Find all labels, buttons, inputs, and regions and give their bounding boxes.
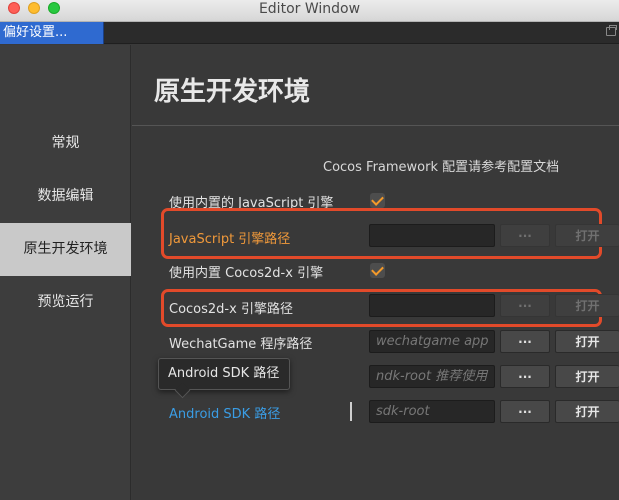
preferences-sidebar: 常规 数据编辑 原生开发环境 预览运行 [0, 45, 131, 500]
text-cursor [350, 402, 352, 421]
builtin-cocos2dx-label: 使用内置 Cocos2d-x 引擎 [169, 266, 324, 281]
android-sdk-path-input[interactable]: sdk-root [369, 400, 495, 423]
sidebar-item-general[interactable]: 常规 [0, 117, 131, 170]
js-engine-browse-button[interactable]: ··· [500, 224, 550, 247]
sidebar-item-data-editing[interactable]: 数据编辑 [0, 170, 131, 223]
android-sdk-tooltip: Android SDK 路径 [158, 358, 290, 390]
framework-doc-hint: Cocos Framework 配置请参考配置文档 [323, 160, 560, 175]
cocos2dx-browse-button[interactable]: ··· [500, 294, 550, 317]
js-engine-open-button[interactable]: 打开 [555, 224, 619, 247]
android-sdk-open-button[interactable]: 打开 [555, 400, 619, 423]
android-sdk-path-label: Android SDK 路径 [169, 407, 281, 422]
cocos2dx-open-button[interactable]: 打开 [555, 294, 619, 317]
ndk-open-button[interactable]: 打开 [555, 365, 619, 388]
cocos2dx-path-input[interactable] [369, 294, 495, 317]
js-engine-path-input[interactable] [369, 224, 495, 247]
wechatgame-browse-button[interactable]: ··· [500, 330, 550, 353]
tab-preferences[interactable]: 偏好设置... [0, 22, 104, 44]
sidebar-item-native-dev-env[interactable]: 原生开发环境 [0, 223, 131, 276]
wechatgame-open-button[interactable]: 打开 [555, 330, 619, 353]
settings-panel: 原生开发环境 Cocos Framework 配置请参考配置文档 使用内置的 J… [132, 45, 619, 500]
tab-bar: 偏好设置... [0, 22, 619, 44]
divider [132, 125, 619, 126]
builtin-cocos2dx-checkbox[interactable] [370, 263, 385, 278]
sidebar-item-preview-run[interactable]: 预览运行 [0, 276, 131, 329]
cocos2dx-path-label: Cocos2d-x 引擎路径 [169, 302, 293, 317]
android-sdk-browse-button[interactable]: ··· [500, 400, 550, 423]
popout-icon[interactable] [606, 25, 617, 36]
page-title: 原生开发环境 [154, 77, 311, 107]
ndk-path-input[interactable]: ndk-root 推荐使用 [369, 365, 495, 388]
wechatgame-path-input[interactable]: wechatgame app [369, 330, 495, 353]
wechatgame-path-label: WechatGame 程序路径 [169, 337, 313, 352]
builtin-js-engine-checkbox[interactable] [370, 193, 385, 208]
title-bar: Editor Window [0, 0, 619, 22]
js-engine-path-label: JavaScript 引擎路径 [169, 232, 291, 247]
ndk-browse-button[interactable]: ··· [500, 365, 550, 388]
window-title: Editor Window [258, 1, 361, 17]
